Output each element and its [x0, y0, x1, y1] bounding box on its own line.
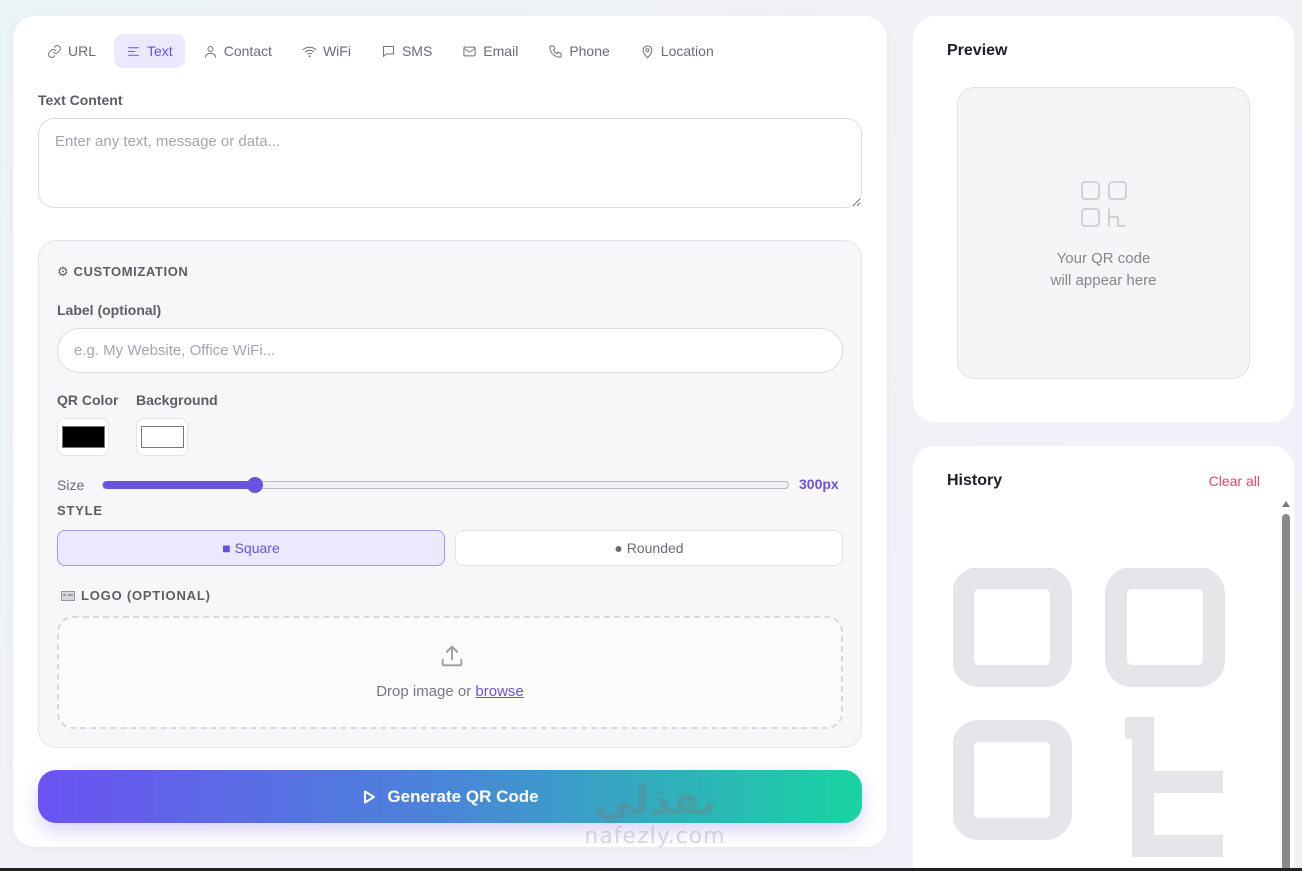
size-slider-thumb[interactable] — [247, 477, 263, 493]
clear-all-button[interactable]: Clear all — [1209, 473, 1260, 489]
style-square-label: ■ Square — [222, 540, 280, 556]
tab-phone[interactable]: Phone — [536, 34, 621, 68]
qr-color-swatch — [61, 426, 105, 448]
envelope-icon — [463, 46, 476, 56]
style-title: STYLE — [57, 503, 103, 518]
qr-code-icon — [952, 567, 1238, 858]
preview-card: Preview Your QR code will appear here — [913, 16, 1294, 422]
size-label: Size — [57, 477, 85, 493]
tab-label: WiFi — [322, 43, 351, 59]
scroll-thumb[interactable] — [1282, 514, 1290, 871]
history-title: History — [947, 472, 1003, 489]
link-icon — [48, 44, 61, 58]
browse-link[interactable]: browse — [475, 683, 523, 700]
generate-qr-button[interactable]: Generate QR Code — [38, 770, 862, 823]
style-square-button[interactable]: ■ Square — [57, 530, 445, 566]
size-slider[interactable] — [102, 477, 789, 493]
preview-placeholder-text: Your QR code will appear here — [958, 248, 1249, 292]
customization-title: ⚙ CUSTOMIZATION — [57, 264, 189, 279]
wifi-icon — [302, 46, 317, 57]
text-content-label: Text Content — [38, 92, 123, 108]
tab-url[interactable]: URL — [35, 34, 108, 68]
tab-email[interactable]: Email — [450, 34, 530, 68]
label-field-label: Label (optional) — [57, 302, 162, 318]
tab-sms[interactable]: SMS — [369, 34, 444, 68]
text-lines-icon — [128, 46, 140, 56]
drop-text: Drop image or browse — [59, 683, 841, 700]
qr-color-label: QR Color — [57, 392, 119, 408]
map-pin-icon — [642, 44, 653, 58]
history-scrollbar[interactable] — [1282, 501, 1290, 871]
style-rounded-label: ● Rounded — [614, 540, 684, 556]
tab-label: Email — [483, 43, 519, 59]
logo-drop-zone[interactable]: Drop image or browse — [57, 616, 843, 729]
history-card: History Clear all — [913, 446, 1294, 871]
logo-title: LOGO (OPTIONAL) — [61, 588, 211, 603]
chat-bubble-icon — [382, 45, 394, 57]
text-content-input[interactable] — [38, 118, 862, 208]
tab-label: Location — [660, 43, 714, 59]
upload-icon — [438, 642, 466, 670]
tab-label: SMS — [401, 43, 433, 59]
label-input[interactable] — [57, 328, 843, 373]
tab-label: Text — [147, 43, 173, 59]
background-color-swatch — [140, 426, 184, 448]
tab-contact[interactable]: Contact — [191, 34, 284, 68]
tab-label: Phone — [569, 43, 610, 59]
qr-preview-box: Your QR code will appear here — [957, 87, 1250, 379]
scroll-up-arrow-icon[interactable] — [1282, 501, 1290, 507]
tab-wifi[interactable]: WiFi — [290, 34, 363, 68]
tab-text[interactable]: Text — [114, 34, 185, 68]
tab-location[interactable]: Location — [628, 34, 726, 68]
logo-title-text: LOGO (OPTIONAL) — [81, 588, 211, 603]
generate-label: Generate QR Code — [387, 786, 539, 806]
size-slider-fill — [103, 481, 255, 489]
play-icon — [364, 790, 376, 803]
user-icon — [204, 45, 216, 58]
phone-icon — [549, 44, 562, 58]
preview-title: Preview — [947, 42, 1008, 59]
drop-instruction: Drop image or — [376, 683, 476, 700]
customization-panel: ⚙ CUSTOMIZATION Label (optional) QR Colo… — [38, 240, 862, 748]
image-icon — [61, 590, 75, 601]
tab-label: URL — [68, 43, 97, 59]
type-tabs: URL Text Contact WiFi SMS Email Phone Lo… — [35, 34, 732, 68]
background-color-label: Background — [136, 392, 218, 408]
qr-color-picker[interactable] — [57, 418, 109, 456]
style-rounded-button[interactable]: ● Rounded — [455, 530, 843, 566]
qr-code-icon — [1078, 178, 1130, 230]
size-value: 300px — [799, 476, 839, 492]
page: URL Text Contact WiFi SMS Email Phone Lo… — [0, 0, 1302, 871]
preview-placeholder-line2: will appear here — [1050, 272, 1157, 289]
preview-placeholder-line1: Your QR code — [1056, 250, 1151, 267]
background-color-picker[interactable] — [136, 418, 188, 456]
tab-label: Contact — [223, 43, 272, 59]
generator-card: URL Text Contact WiFi SMS Email Phone Lo… — [13, 16, 887, 847]
